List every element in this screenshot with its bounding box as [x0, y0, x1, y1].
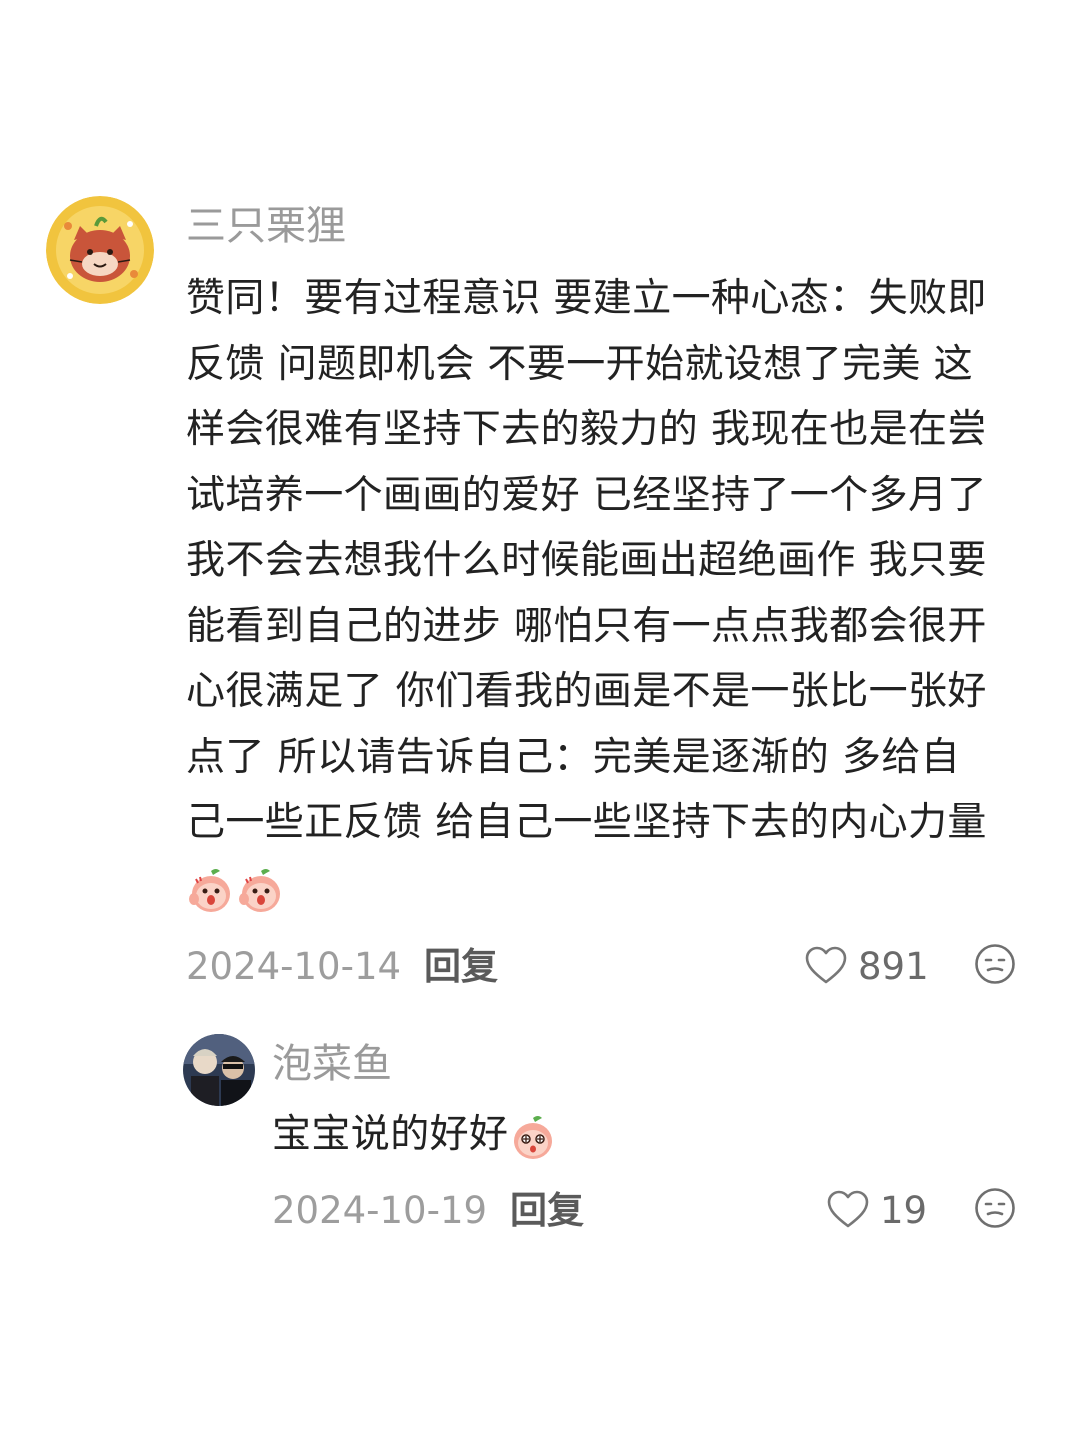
reply-button[interactable]: 回复 [424, 942, 498, 992]
dislike-button[interactable] [974, 1187, 1016, 1233]
meh-face-icon [975, 1188, 1015, 1228]
peach-dazzled-emoji [514, 1115, 553, 1159]
comment-text-content: 宝宝说的好好 [272, 1112, 509, 1157]
photo-avatar [183, 1034, 255, 1106]
peach-surprised-emoji [189, 869, 230, 912]
dislike-button[interactable] [974, 943, 1016, 989]
comment-line: 宝宝说的好好 [272, 1102, 558, 1168]
comment-meta: 2024-10-14 回复 891 [186, 942, 1026, 992]
reply-button[interactable]: 回复 [510, 1186, 584, 1236]
comment-line: 心很满足了 你们看我的画是不是一张比一张好 [186, 669, 987, 714]
like-count: 19 [880, 1189, 928, 1232]
comment-line: 点了 所以请告诉自己：完美是逐渐的 多给自 [186, 734, 961, 780]
emoji-line [186, 856, 987, 921]
comment-meta: 2024-10-19 回复 19 [272, 1186, 1026, 1236]
comment-line: 能看到自己的进步 哪怕只有一点点我都会很开 [186, 603, 987, 649]
comment-line: 试培养一个画画的爱好 已经坚持了一个多月了 [186, 472, 987, 518]
user-avatar[interactable] [183, 1034, 255, 1106]
comment-text: 宝宝说的好好 [272, 1102, 558, 1168]
heart-outline-icon [805, 946, 847, 984]
heart-outline-icon [827, 1190, 869, 1228]
comment-thread: 三只栗狸 赞同！要有过程意识 要建立一种心态：失败即 反馈 问题即机会 不要一开… [0, 0, 1080, 1440]
peach-surprised-emoji [239, 869, 280, 912]
comment-line: 我不会去想我什么时候能画出超绝画作 我只要 [186, 538, 987, 583]
tiger-avatar-icon [46, 196, 154, 304]
user-avatar[interactable] [46, 196, 154, 304]
comment-line: 样会很难有坚持下去的毅力的 我现在也是在尝 [186, 407, 987, 452]
username[interactable]: 泡菜鱼 [272, 1040, 392, 1088]
username[interactable]: 三只栗狸 [186, 202, 346, 250]
comment-date: 2024-10-14 [186, 945, 402, 988]
comment-text: 赞同！要有过程意识 要建立一种心态：失败即 反馈 问题即机会 不要一开始就设想了… [186, 266, 987, 921]
comment-line: 反馈 问题即机会 不要一开始就设想了完美 这 [186, 341, 973, 387]
meh-face-icon [975, 944, 1015, 984]
comment-date: 2024-10-19 [272, 1189, 488, 1232]
comment-line: 己一些正反馈 给自己一些坚持下去的内心力量 [186, 800, 987, 845]
comment-line: 赞同！要有过程意识 要建立一种心态：失败即 [186, 276, 987, 321]
like-button[interactable]: 891 [804, 942, 929, 992]
like-count: 891 [858, 945, 929, 988]
like-button[interactable]: 19 [826, 1186, 936, 1236]
